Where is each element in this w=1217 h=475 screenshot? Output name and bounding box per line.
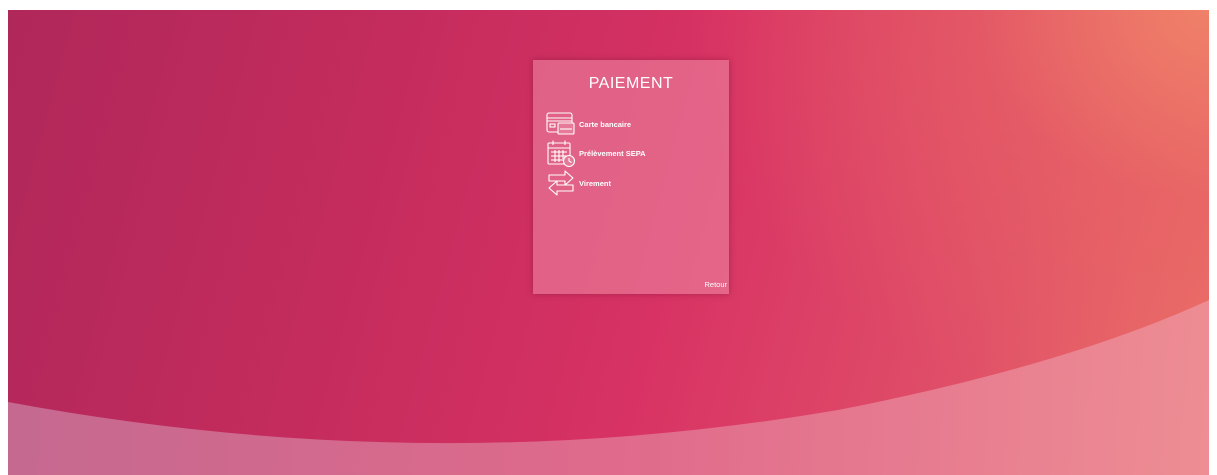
option-credit-card[interactable]: Carte bancaire <box>545 110 631 138</box>
transfer-arrows-icon <box>548 170 574 196</box>
credit-card-icon <box>546 112 575 135</box>
option-credit-card-label: Carte bancaire <box>579 119 632 129</box>
option-sepa-debit-label: Prélèvement SEPA <box>579 148 646 158</box>
option-bank-transfer[interactable]: Virement <box>545 169 611 197</box>
back-link[interactable]: Retour <box>704 280 727 289</box>
option-sepa-debit[interactable]: Prélèvement SEPA <box>545 139 646 167</box>
page-background: PAIEMENT Carte bancaire Prélèvement SEPA… <box>8 10 1209 475</box>
payment-title: PAIEMENT <box>588 75 674 92</box>
payment-panel: PAIEMENT Carte bancaire Prélèvement SEPA… <box>533 60 729 294</box>
option-bank-transfer-label: Virement <box>579 178 611 188</box>
calendar-clock-icon <box>547 140 576 167</box>
